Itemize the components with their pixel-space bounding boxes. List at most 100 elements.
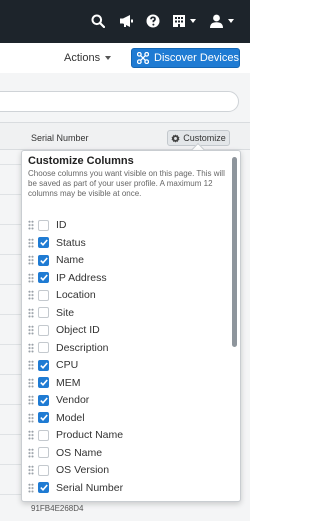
column-checkbox[interactable] [38, 412, 49, 423]
drag-handle-icon[interactable] [28, 360, 34, 370]
checkmark-icon [39, 396, 48, 404]
checkmark-icon [39, 414, 48, 421]
table-cell-serial: 91FB4E268D4 [31, 504, 84, 513]
column-option-label: Status [56, 236, 86, 249]
column-option-label: CPU [56, 359, 79, 371]
column-option-label: Model [56, 411, 85, 424]
column-option[interactable]: Site [28, 305, 228, 321]
column-option-label: Product Name [56, 429, 124, 441]
search-input[interactable] [0, 91, 239, 112]
top-navigation-bar [0, 0, 250, 43]
drag-handle-icon[interactable] [28, 395, 34, 405]
column-option[interactable]: Model [28, 410, 228, 426]
column-checkbox[interactable] [38, 394, 49, 406]
gear-icon [171, 133, 180, 143]
column-checkbox[interactable] [38, 342, 49, 353]
column-option[interactable]: IP Address [28, 270, 228, 286]
table-row-divider [0, 494, 22, 495]
checkmark-icon [39, 361, 48, 369]
chevron-down-icon [105, 56, 112, 60]
column-option[interactable]: Serial Number [28, 480, 228, 496]
column-option[interactable]: Vendor [28, 392, 228, 408]
column-option-label: OS Version [56, 464, 110, 476]
user-icon[interactable] [207, 12, 225, 30]
serial-number-column-header[interactable]: Serial Number [31, 133, 89, 143]
column-checkbox[interactable] [38, 219, 49, 231]
popover-title: Customize Columns [28, 155, 134, 167]
drag-handle-icon[interactable] [28, 220, 34, 230]
column-checkbox[interactable] [38, 464, 49, 476]
customize-columns-popover: Customize Columns Choose columns you wan… [21, 150, 241, 502]
checkmark-icon [39, 379, 48, 386]
table-row-divider [0, 164, 22, 165]
actions-label: Actions [64, 52, 101, 64]
actions-dropdown-button[interactable]: Actions [64, 50, 112, 66]
column-checkbox[interactable] [38, 307, 49, 318]
column-option[interactable]: MEM [28, 375, 228, 391]
column-checkbox[interactable] [38, 324, 49, 336]
column-checkbox[interactable] [38, 359, 49, 371]
drag-handle-icon[interactable] [28, 465, 34, 475]
column-option[interactable]: OS Version [28, 462, 228, 478]
column-option-label: Vendor [56, 394, 90, 406]
help-icon[interactable] [144, 12, 162, 30]
drag-handle-icon[interactable] [28, 412, 34, 423]
discover-devices-button[interactable]: Discover Devices [131, 48, 240, 68]
network-icon [137, 52, 149, 64]
drag-handle-icon[interactable] [28, 272, 34, 283]
search-icon[interactable] [89, 12, 107, 30]
column-option[interactable]: Object ID [28, 322, 228, 338]
checkmark-icon [39, 239, 48, 246]
column-option[interactable]: CPU [28, 357, 228, 373]
column-option[interactable]: Status [28, 235, 228, 251]
column-option[interactable]: Name [28, 252, 228, 268]
column-option[interactable]: Location [28, 287, 228, 303]
drag-handle-icon[interactable] [28, 237, 34, 248]
column-checkbox[interactable] [38, 289, 49, 301]
column-checkbox[interactable] [38, 237, 49, 248]
column-checkbox[interactable] [38, 254, 49, 266]
column-option-label: Description [56, 341, 109, 354]
drag-handle-icon[interactable] [28, 377, 34, 388]
popover-scrollbar[interactable] [232, 157, 237, 347]
column-option-label: Site [56, 306, 75, 319]
column-checkbox[interactable] [38, 429, 49, 441]
column-option[interactable]: ID [28, 217, 228, 233]
checkmark-icon [39, 274, 48, 281]
column-option-label: MEM [56, 376, 81, 389]
table-row-divider [0, 224, 22, 225]
drag-handle-icon[interactable] [28, 325, 34, 335]
chevron-down-icon[interactable] [190, 19, 196, 23]
drag-handle-icon[interactable] [28, 342, 34, 353]
drag-handle-icon[interactable] [28, 430, 34, 440]
chevron-down-icon[interactable] [228, 19, 234, 23]
checkmark-icon [39, 256, 48, 264]
column-option-label: OS Name [56, 446, 103, 459]
column-option[interactable]: Description [28, 340, 228, 356]
column-option[interactable]: Product Name [28, 427, 228, 443]
drag-handle-icon[interactable] [28, 255, 34, 265]
column-checkbox[interactable] [38, 447, 49, 458]
column-checkbox[interactable] [38, 272, 49, 283]
column-checkbox[interactable] [38, 377, 49, 388]
table-row-divider [0, 194, 22, 195]
megaphone-icon[interactable] [117, 12, 135, 30]
table-row-divider [0, 464, 22, 465]
column-option-label: Object ID [56, 324, 100, 336]
column-option-label: Location [56, 289, 96, 301]
drag-handle-icon[interactable] [28, 290, 34, 300]
table-row-divider [0, 374, 22, 375]
column-option-label: ID [56, 219, 67, 231]
checkmark-icon [39, 484, 48, 491]
column-checkbox[interactable] [38, 482, 49, 493]
drag-handle-icon[interactable] [28, 447, 34, 458]
drag-handle-icon[interactable] [28, 307, 34, 318]
table-row-divider [0, 314, 22, 315]
popover-description: Choose columns you want visible on this … [28, 169, 225, 198]
table-row-divider [0, 284, 22, 285]
column-option[interactable]: OS Name [28, 445, 228, 461]
drag-handle-icon[interactable] [28, 482, 34, 493]
building-icon[interactable] [170, 12, 188, 30]
column-option-label: IP Address [56, 271, 107, 284]
table-row-divider [0, 434, 22, 435]
